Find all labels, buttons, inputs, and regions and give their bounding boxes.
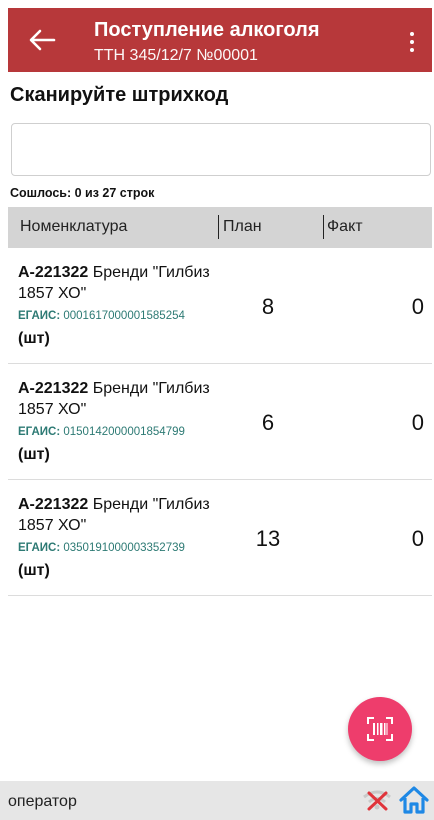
product-article: А-221322 [18, 380, 89, 397]
product-unit: (шт) [18, 446, 50, 463]
product-name: А-221322 Бренди "Гилбиз 1857 ХО" [18, 494, 223, 536]
egais-value: 0150142000001854799 [60, 426, 185, 438]
bottom-status-bar: оператор [0, 781, 434, 820]
scan-heading: Сканируйте штрихкод [10, 84, 229, 106]
home-icon[interactable] [398, 786, 430, 814]
column-header-fact: Факт [327, 218, 363, 235]
product-name: А-221322 Бренди "Гилбиз 1857 ХО" [18, 262, 223, 304]
page-title: Поступление алкоголя [94, 19, 320, 41]
egais-value: 0350191000003352739 [60, 542, 185, 554]
user-name: оператор [8, 793, 77, 810]
more-vert-icon[interactable] [406, 30, 418, 54]
scan-barcode-button[interactable] [348, 697, 412, 761]
product-article: А-221322 [18, 496, 89, 513]
barcode-input[interactable] [11, 123, 431, 176]
fact-quantity: 0 [411, 526, 424, 551]
app-bar-titles: Поступление алкоголя ТТН 345/12/7 №00001 [94, 18, 320, 66]
column-header-nomenclature: Номенклатура [20, 218, 128, 235]
column-header-plan: План [223, 218, 262, 235]
product-unit: (шт) [18, 330, 50, 347]
product-unit: (шт) [18, 562, 50, 579]
fact-quantity: 0 [411, 410, 424, 435]
column-divider [323, 215, 324, 239]
product-list: А-221322 Бренди "Гилбиз 1857 ХО" ЕГАИС: … [8, 248, 432, 596]
egais-label: ЕГАИС: [18, 310, 61, 322]
back-arrow-icon[interactable] [28, 28, 56, 52]
egais-value: 0001617000001585254 [60, 310, 185, 322]
egais-code: ЕГАИС: 0001617000001585254 [18, 310, 185, 322]
matched-counter: Сошлось: 0 из 27 строк [10, 186, 155, 200]
plan-quantity: 13 [255, 526, 281, 551]
table-row[interactable]: А-221322 Бренди "Гилбиз 1857 ХО" ЕГАИС: … [8, 248, 432, 364]
fact-quantity: 0 [411, 294, 424, 319]
table-row[interactable]: А-221322 Бренди "Гилбиз 1857 ХО" ЕГАИС: … [8, 480, 432, 596]
product-name: А-221322 Бренди "Гилбиз 1857 ХО" [18, 378, 223, 420]
app-bar: Поступление алкоголя ТТН 345/12/7 №00001 [8, 8, 432, 72]
egais-code: ЕГАИС: 0150142000001854799 [18, 426, 185, 438]
column-divider [218, 215, 219, 239]
table-row[interactable]: А-221322 Бренди "Гилбиз 1857 ХО" ЕГАИС: … [8, 364, 432, 480]
egais-label: ЕГАИС: [18, 542, 61, 554]
product-article: А-221322 [18, 264, 89, 281]
page-subtitle: ТТН 345/12/7 №00001 [94, 47, 258, 64]
wifi-off-icon [360, 788, 394, 812]
egais-label: ЕГАИС: [18, 426, 61, 438]
egais-code: ЕГАИС: 0350191000003352739 [18, 542, 185, 554]
plan-quantity: 6 [261, 410, 275, 435]
table-header: Номенклатура План Факт [8, 207, 432, 248]
plan-quantity: 8 [261, 294, 275, 319]
barcode-scan-icon [367, 717, 393, 741]
